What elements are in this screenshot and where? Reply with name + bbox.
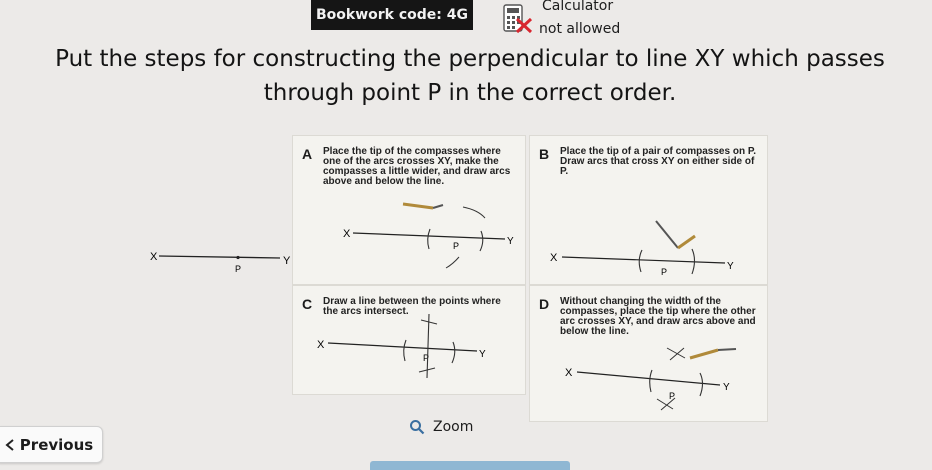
card-a-p-label: P	[453, 241, 459, 251]
step-card-d[interactable]: D Without changing the width of the comp…	[529, 285, 768, 422]
calculator-crossed-icon	[503, 4, 533, 34]
zoom-label: Zoom	[433, 419, 474, 435]
calculator-status: not allowed	[539, 21, 621, 37]
line-xy-figure: X Y P	[150, 251, 291, 274]
previous-button[interactable]: Previous	[0, 426, 103, 463]
p-label: P	[235, 264, 241, 274]
card-c-y-label: Y	[479, 349, 486, 360]
bottom-progress-bar	[370, 461, 570, 470]
card-a-x-label: X	[343, 228, 351, 240]
card-a-diagram: X Y P	[343, 202, 514, 269]
card-b-p-label: P	[661, 267, 667, 277]
card-b-diagram: X Y P	[550, 220, 734, 277]
x-label: X	[150, 251, 158, 263]
card-c-diagram: X Y P	[317, 313, 486, 379]
card-c-x-label: X	[317, 339, 325, 351]
card-b-y-label: Y	[727, 261, 734, 272]
zoom-button[interactable]: Zoom	[409, 419, 473, 435]
magnifier-icon	[410, 420, 425, 435]
card-d-x-label: X	[565, 367, 573, 379]
bookwork-code-badge: Bookwork code: 4G	[311, 0, 473, 30]
step-card-b[interactable]: B Place the tip of a pair of compasses o…	[529, 135, 768, 285]
card-a-y-label: Y	[507, 236, 514, 247]
step-card-a[interactable]: A Place the tip of the compasses where o…	[292, 135, 526, 285]
previous-label: Previous	[19, 435, 94, 454]
card-d-p-label: P	[669, 391, 675, 401]
question-text: Put the steps for constructing the perpe…	[55, 46, 885, 106]
card-d-diagram: X Y P	[565, 347, 737, 411]
y-label: Y	[283, 255, 291, 267]
card-d-y-label: Y	[723, 382, 730, 393]
step-card-c[interactable]: C Draw a line between the points where t…	[292, 285, 526, 395]
chevron-left-icon	[5, 438, 14, 451]
card-b-x-label: X	[550, 252, 558, 264]
bookwork-code-text: Bookwork code: 4G	[316, 7, 468, 23]
calculator-label: Calculator	[542, 0, 614, 14]
